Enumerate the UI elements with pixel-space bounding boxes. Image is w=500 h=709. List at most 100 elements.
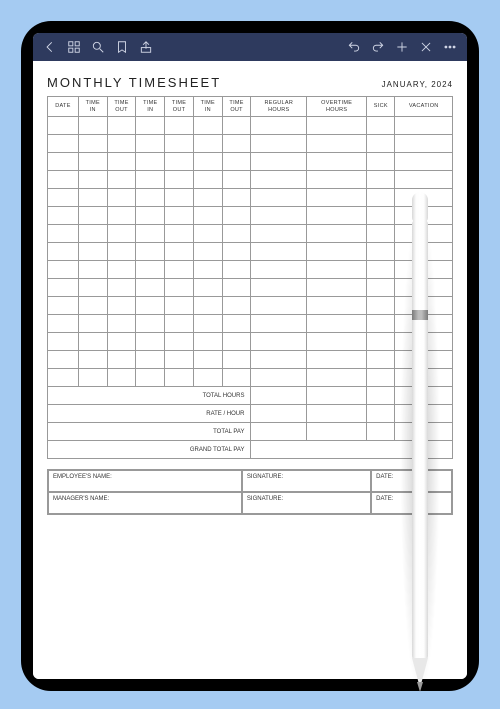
- table-cell[interactable]: [107, 117, 136, 135]
- table-cell[interactable]: [367, 369, 395, 387]
- table-cell[interactable]: [307, 171, 367, 189]
- table-cell[interactable]: [136, 189, 165, 207]
- manager-name-cell[interactable]: MANAGER'S NAME:: [48, 492, 242, 514]
- undo-icon[interactable]: [347, 40, 361, 54]
- table-cell[interactable]: [222, 225, 251, 243]
- table-cell[interactable]: [193, 261, 222, 279]
- table-cell[interactable]: [193, 171, 222, 189]
- table-cell[interactable]: [251, 315, 307, 333]
- table-cell[interactable]: [107, 351, 136, 369]
- table-cell[interactable]: [78, 333, 107, 351]
- table-cell[interactable]: [251, 135, 307, 153]
- table-cell[interactable]: [48, 153, 79, 171]
- table-cell[interactable]: [48, 261, 79, 279]
- table-cell[interactable]: [395, 117, 453, 135]
- table-cell[interactable]: [165, 207, 194, 225]
- table-cell[interactable]: [367, 261, 395, 279]
- value-cell[interactable]: [367, 405, 395, 423]
- table-cell[interactable]: [165, 261, 194, 279]
- table-cell[interactable]: [136, 351, 165, 369]
- table-cell[interactable]: [48, 315, 79, 333]
- table-cell[interactable]: [107, 189, 136, 207]
- table-cell[interactable]: [193, 117, 222, 135]
- table-cell[interactable]: [48, 297, 79, 315]
- table-cell[interactable]: [136, 333, 165, 351]
- value-cell[interactable]: [307, 405, 367, 423]
- manager-signature-cell[interactable]: SIGNATURE:: [242, 492, 371, 514]
- table-cell[interactable]: [193, 297, 222, 315]
- table-cell[interactable]: [251, 243, 307, 261]
- table-cell[interactable]: [222, 117, 251, 135]
- table-cell[interactable]: [222, 351, 251, 369]
- table-cell[interactable]: [136, 279, 165, 297]
- table-cell[interactable]: [165, 117, 194, 135]
- table-cell[interactable]: [78, 117, 107, 135]
- table-cell[interactable]: [395, 135, 453, 153]
- table-cell[interactable]: [193, 135, 222, 153]
- table-cell[interactable]: [307, 279, 367, 297]
- table-cell[interactable]: [78, 279, 107, 297]
- table-cell[interactable]: [307, 315, 367, 333]
- table-cell[interactable]: [136, 171, 165, 189]
- table-cell[interactable]: [165, 351, 194, 369]
- table-cell[interactable]: [367, 243, 395, 261]
- table-cell[interactable]: [307, 297, 367, 315]
- table-cell[interactable]: [251, 369, 307, 387]
- table-cell[interactable]: [367, 207, 395, 225]
- table-cell[interactable]: [251, 351, 307, 369]
- table-cell[interactable]: [367, 315, 395, 333]
- table-cell[interactable]: [307, 117, 367, 135]
- table-cell[interactable]: [136, 225, 165, 243]
- table-cell[interactable]: [222, 333, 251, 351]
- table-cell[interactable]: [165, 189, 194, 207]
- table-cell[interactable]: [193, 153, 222, 171]
- more-icon[interactable]: [443, 40, 457, 54]
- table-cell[interactable]: [222, 243, 251, 261]
- table-cell[interactable]: [136, 369, 165, 387]
- table-cell[interactable]: [222, 153, 251, 171]
- value-cell[interactable]: [251, 387, 307, 405]
- table-cell[interactable]: [136, 315, 165, 333]
- table-cell[interactable]: [136, 243, 165, 261]
- table-cell[interactable]: [48, 351, 79, 369]
- table-cell[interactable]: [48, 171, 79, 189]
- table-cell[interactable]: [193, 369, 222, 387]
- table-cell[interactable]: [307, 243, 367, 261]
- table-cell[interactable]: [48, 333, 79, 351]
- table-cell[interactable]: [107, 171, 136, 189]
- table-cell[interactable]: [165, 225, 194, 243]
- table-cell[interactable]: [78, 207, 107, 225]
- table-cell[interactable]: [251, 261, 307, 279]
- table-cell[interactable]: [251, 225, 307, 243]
- table-cell[interactable]: [367, 117, 395, 135]
- table-cell[interactable]: [136, 117, 165, 135]
- table-cell[interactable]: [107, 279, 136, 297]
- value-cell[interactable]: [367, 423, 395, 441]
- table-cell[interactable]: [78, 189, 107, 207]
- table-cell[interactable]: [107, 153, 136, 171]
- table-cell[interactable]: [136, 261, 165, 279]
- table-cell[interactable]: [367, 297, 395, 315]
- employee-signature-cell[interactable]: SIGNATURE:: [242, 470, 371, 492]
- table-cell[interactable]: [107, 333, 136, 351]
- table-cell[interactable]: [107, 315, 136, 333]
- table-cell[interactable]: [193, 243, 222, 261]
- redo-icon[interactable]: [371, 40, 385, 54]
- table-cell[interactable]: [251, 189, 307, 207]
- table-cell[interactable]: [193, 333, 222, 351]
- table-cell[interactable]: [48, 207, 79, 225]
- table-cell[interactable]: [367, 333, 395, 351]
- table-cell[interactable]: [222, 297, 251, 315]
- table-cell[interactable]: [193, 225, 222, 243]
- table-cell[interactable]: [107, 297, 136, 315]
- table-cell[interactable]: [222, 135, 251, 153]
- table-cell[interactable]: [367, 189, 395, 207]
- table-cell[interactable]: [193, 207, 222, 225]
- table-cell[interactable]: [367, 135, 395, 153]
- table-cell[interactable]: [222, 279, 251, 297]
- table-cell[interactable]: [395, 171, 453, 189]
- table-cell[interactable]: [222, 171, 251, 189]
- table-cell[interactable]: [165, 243, 194, 261]
- table-cell[interactable]: [48, 279, 79, 297]
- table-cell[interactable]: [307, 261, 367, 279]
